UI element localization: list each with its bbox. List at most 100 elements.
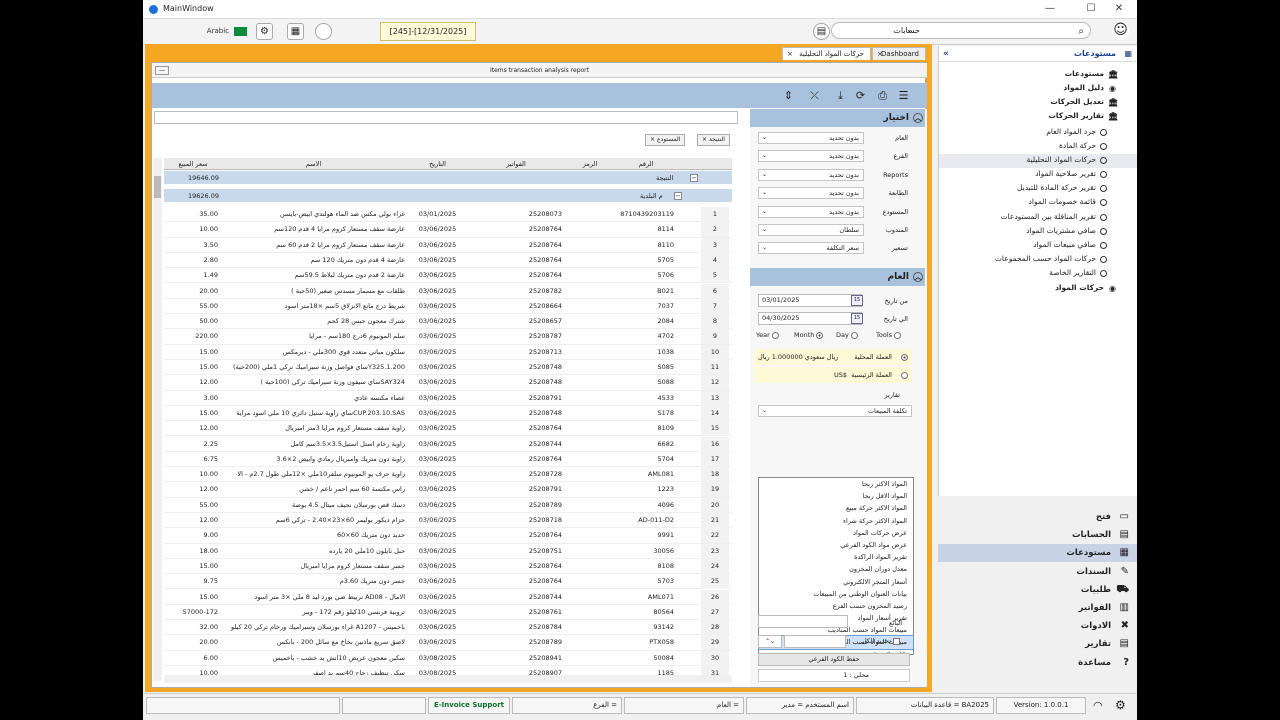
to-date-input[interactable]: 04/30/2025 15: [758, 312, 863, 325]
table-row[interactable]: 20 4096 25208789 03/06/2025 دسك قص بورسلان ن…: [164, 497, 732, 513]
grid-icon[interactable]: ▦: [287, 23, 304, 40]
date-range-display[interactable]: [245]-[12/31/2025]: [380, 22, 476, 41]
stepper-icon[interactable]: ⌃⌄: [758, 635, 782, 648]
table-row[interactable]: 4 5705 25208764 03/06/2025 عارضة 4 قدم دون م…: [164, 252, 732, 269]
settings-icon[interactable]: ⚙: [256, 23, 273, 40]
table-row[interactable]: 9 4702 25208787 03/06/2025 سلم المونيوم 6درج…: [164, 329, 732, 345]
tree-item[interactable]: مستودعات 🏛: [1065, 69, 1119, 79]
select-6[interactable]: ⌄ سعر التكلفة: [758, 242, 864, 255]
refresh-icon[interactable]: ⟳: [852, 87, 869, 104]
tree-item[interactable]: تقارير الحركات 🏛: [1048, 111, 1118, 121]
table-row[interactable]: 15 8109 25208764 03/06/2025 زاوية سقف مستعار…: [164, 421, 732, 437]
table-row[interactable]: 7 7037 25208664 03/06/2025 شريط درج مانع الا…: [164, 298, 732, 315]
col-price[interactable]: سعر المبيع: [164, 158, 222, 170]
calendar-icon[interactable]: 15: [851, 313, 863, 324]
from-date-input[interactable]: 03/01/2025 15: [758, 294, 863, 307]
radio-year[interactable]: Year: [756, 331, 781, 339]
col-name[interactable]: الاسم: [222, 158, 405, 170]
table-row[interactable]: 8 2084 25208657 03/06/2025 شترك معجون جبس 28…: [164, 314, 732, 330]
table-row[interactable]: 3 8110 25208764 03/06/2025 عارضة سقف مستعار …: [164, 237, 732, 253]
dropdown-option[interactable]: بيانات العنوان الوطني من المبيعات: [759, 588, 913, 600]
tree-item[interactable]: تعديل الحركات 🏛: [1050, 97, 1118, 107]
calendar-icon[interactable]: 15: [851, 295, 863, 306]
group-toggle-icon[interactable]: −: [674, 192, 682, 200]
tree-item[interactable]: صافي مشتريات المواد: [1026, 226, 1107, 235]
dropdown-option[interactable]: معدل دوران المخزون: [759, 563, 913, 575]
main-currency-row[interactable]: US$ العملة الرئيسية: [754, 367, 912, 383]
select-1[interactable]: ⌄ بدون تحديد: [758, 150, 864, 163]
close-tab-icon[interactable]: ×: [877, 48, 883, 60]
nav-item[interactable]: الادوات ✖: [938, 617, 1137, 635]
nav-item[interactable]: السندات ✎: [938, 563, 1137, 581]
tree-item[interactable]: تقرير المناقلة بين المستودعات: [1001, 212, 1107, 221]
table-row[interactable]: 28 93142 25208784 03/06/2025 غراء بورسلان وس…: [164, 620, 732, 636]
einvoice-status[interactable]: E-Invoice Support: [428, 697, 510, 714]
horizontal-scrollbar[interactable]: [164, 675, 732, 683]
table-row[interactable]: 22 9991 25208764 03/06/2025 حديد دون متريك 6…: [164, 528, 732, 544]
dropdown-option[interactable]: رصيد المخزون حسب الفرع: [759, 600, 913, 612]
vertical-scrollbar[interactable]: [153, 158, 162, 681]
tree-item[interactable]: صافي مبيعات المواد: [1033, 240, 1107, 249]
select-2[interactable]: ⌄ بدون تحديد: [758, 168, 864, 181]
dropdown-option[interactable]: المواد الاكثر ربحا: [759, 478, 913, 490]
table-row[interactable]: 18 AML081 25208728 03/06/2025 زاوية حرف يو ا…: [164, 467, 732, 483]
col-code[interactable]: الرمز: [562, 158, 618, 170]
close-button[interactable]: ✕: [1109, 2, 1129, 16]
group-chip-result[interactable]: × النتيجة: [697, 134, 730, 146]
table-row[interactable]: 6 B021 25208782 03/06/2025 طلقات مع مسمار مس…: [164, 283, 732, 299]
table-row[interactable]: 24 8108 25208764 03/06/2025 جسر سقف مستعار ك…: [164, 558, 732, 575]
table-row[interactable]: 1 8710439203119 25208073 03/01/2025 غراء بول…: [164, 207, 732, 223]
select-0[interactable]: ⌄ بدون تحديد: [758, 132, 864, 144]
tree-item[interactable]: حركات المواد التحليلية: [1027, 155, 1107, 164]
group-row-result[interactable]: 19646.09 النتيجة −: [164, 171, 732, 185]
col-invoices[interactable]: الفواتير: [470, 158, 562, 170]
minimize-button[interactable]: —: [1040, 2, 1060, 16]
tree-item[interactable]: جرد المواد العام: [1046, 127, 1107, 136]
remove-group-icon[interactable]: ×: [650, 136, 655, 143]
radio-month[interactable]: Month: [794, 331, 825, 339]
tree-item[interactable]: تقرير صلاحية المواد: [1035, 169, 1107, 178]
user-icon[interactable]: ☺: [1112, 23, 1129, 40]
nav-item[interactable]: مستودعات ▦: [938, 544, 1137, 563]
dropdown-option[interactable]: عرض مواد الكود الفرعي: [759, 539, 913, 551]
table-row[interactable]: 14 S178 25208748 03/06/2025 ساي زاوية ستيل د…: [164, 405, 732, 422]
table-row[interactable]: 26 AML071 25208744 03/06/2025 تربيط ضي بورد …: [164, 589, 732, 605]
dropdown-option[interactable]: المواد الاكثر حركة مبيع: [759, 502, 913, 514]
select-3[interactable]: ⌄ بدون تحديد: [758, 187, 864, 200]
dropdown-option[interactable]: عرض حركات المواد: [759, 527, 913, 539]
local-currency-row[interactable]: ريال سعودي 1.000000 ريال العملة المحلية: [754, 349, 912, 365]
group-toggle-icon[interactable]: −: [690, 174, 698, 182]
tree-item[interactable]: حركات المواد ◉: [1055, 283, 1117, 293]
wifi-icon[interactable]: ◠: [1093, 699, 1103, 712]
grid-filter-input[interactable]: [154, 111, 738, 124]
gear-icon[interactable]: ⚙: [1115, 698, 1126, 712]
circle-icon[interactable]: [315, 23, 332, 40]
seller-code-input[interactable]: [784, 635, 846, 648]
select-4[interactable]: ⌄ بدون تحديد: [758, 205, 864, 218]
tree-item[interactable]: قائمة خصومات المواد: [1029, 197, 1107, 206]
general-section-header[interactable]: العام ︿: [750, 268, 925, 286]
select-all-checkbox[interactable]: تحديد الكل: [862, 637, 902, 645]
seller-input[interactable]: [758, 615, 848, 628]
tab-items-analysis[interactable]: × حركات المواد التحليلية: [782, 47, 871, 60]
sort-icon[interactable]: ⇕: [780, 87, 797, 104]
table-row[interactable]: 27 80564 25208761 03/06/2025 تروبية فرنسي 10…: [164, 604, 732, 621]
table-row[interactable]: 21 AD-011-D2 25208718 03/06/2025 حزام ديكور …: [164, 513, 732, 529]
nav-item[interactable]: فتح ▭: [938, 508, 1137, 526]
scroll-thumb[interactable]: [154, 176, 161, 198]
radio-circle[interactable]: [901, 353, 908, 361]
group-chip-warehouse[interactable]: × المستودع: [645, 134, 686, 146]
collapse-icon[interactable]: ⤫: [806, 87, 823, 104]
table-row[interactable]: 10 1038 25208713 03/06/2025 سلكون مباني متعد…: [164, 344, 732, 360]
search-input[interactable]: حسابات ⌄ ⌕: [831, 22, 1091, 39]
table-row[interactable]: 2 8114 25208764 03/06/2025 عارضة سقف مستعار …: [164, 222, 732, 238]
remove-group-icon[interactable]: ×: [702, 136, 707, 143]
radio-day[interactable]: Day: [836, 331, 860, 339]
nav-item[interactable]: الحسابات ▤: [938, 526, 1137, 544]
dropdown-option[interactable]: أسعار المتجر الالكتروني: [759, 576, 913, 588]
table-row[interactable]: 11 S085 25208748 03/06/2025 ساي فواصل وزنة س…: [164, 360, 732, 376]
nav-item[interactable]: تقارير ▤: [938, 635, 1137, 653]
group-row-municipality[interactable]: 19626.09 م البلدية −: [164, 189, 732, 203]
table-row[interactable]: 30 50084 25208941 03/08/2025 سكين معجون عريض…: [164, 650, 732, 666]
tree-item[interactable]: التقارير الخاصة: [1049, 268, 1107, 277]
